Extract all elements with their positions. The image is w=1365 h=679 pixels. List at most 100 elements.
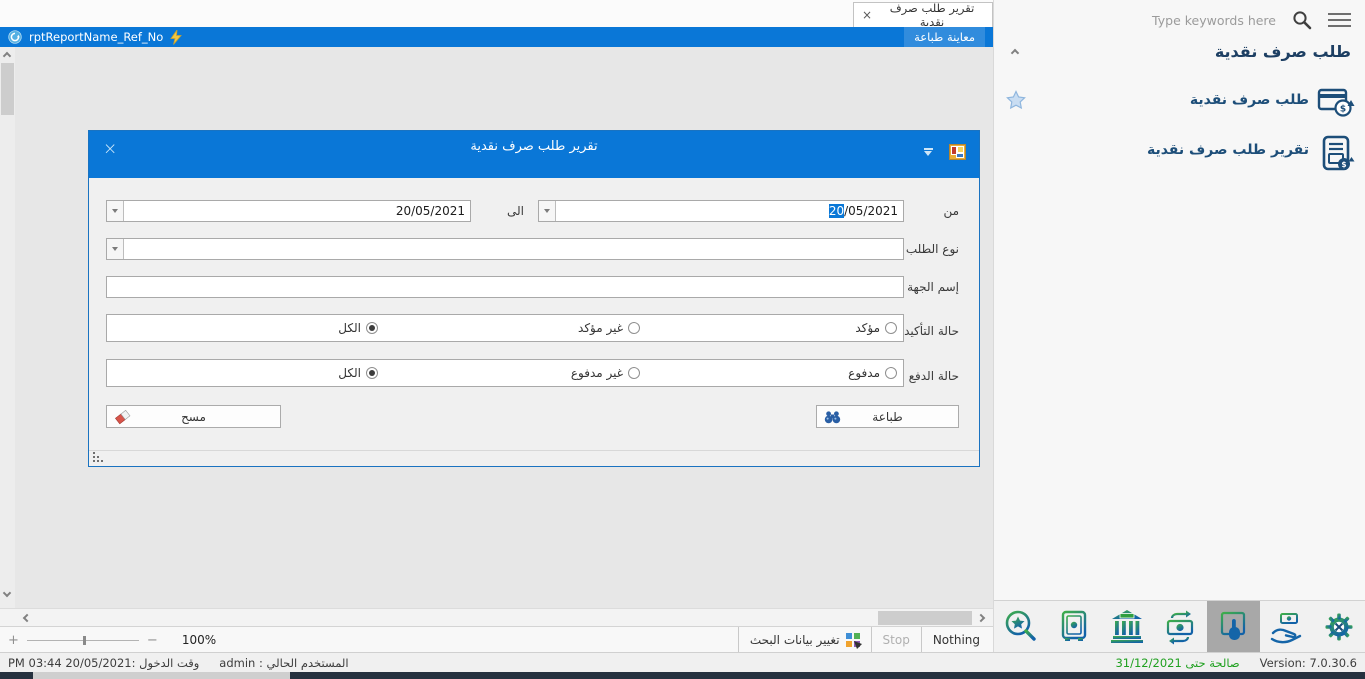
from-label: من bbox=[943, 200, 959, 222]
confirm-status-label: حالة التأكيد bbox=[904, 317, 959, 345]
cash-request-report-icon: $ bbox=[1319, 135, 1355, 173]
status-user-info: المستخدم الحالي : admin وقت الدخول :20/0… bbox=[8, 653, 349, 673]
sidebar-item-label: طلب صرف نقدية bbox=[1190, 92, 1309, 108]
eraser-icon bbox=[114, 409, 131, 425]
print-button[interactable]: طباعة bbox=[816, 405, 959, 428]
radio-label: غير مدفوع bbox=[571, 366, 623, 380]
toolbar-button-currency-exchange[interactable] bbox=[1153, 601, 1206, 652]
toolbar-button-search-favorites[interactable] bbox=[994, 601, 1047, 652]
confirm-status-group: مؤكد غير مؤكد الكل bbox=[106, 314, 904, 342]
horizontal-scrollbar-thumb[interactable] bbox=[878, 611, 972, 625]
clear-button[interactable]: مسح bbox=[106, 405, 281, 428]
radio-circle-icon bbox=[885, 367, 897, 379]
request-type-combo[interactable] bbox=[106, 238, 904, 260]
pin-icon[interactable] bbox=[924, 148, 933, 156]
radio-circle-icon bbox=[885, 322, 897, 334]
tab-strip: × تقرير طلب صرف نقدية bbox=[0, 0, 993, 27]
current-user-label: المستخدم الحالي : admin bbox=[219, 656, 348, 670]
window-title: rptReportName_Ref_No bbox=[29, 30, 163, 44]
toolbar-button-report-touch[interactable] bbox=[1207, 601, 1260, 652]
payment-status-group: مدفوع غير مدفوع الكل bbox=[106, 359, 904, 387]
taskbar-segment bbox=[33, 672, 290, 679]
from-date-dropdown-button[interactable] bbox=[539, 201, 556, 221]
radio-confirmed[interactable]: مؤكد bbox=[855, 321, 897, 335]
zoom-slider[interactable] bbox=[27, 640, 139, 641]
request-type-dropdown-button[interactable] bbox=[107, 239, 124, 259]
tab-close-icon[interactable]: × bbox=[862, 9, 872, 21]
svg-text:$: $ bbox=[1340, 105, 1346, 115]
scroll-right-icon[interactable] bbox=[977, 614, 985, 622]
horizontal-scrollbar[interactable] bbox=[0, 608, 993, 626]
vertical-scrollbar-thumb[interactable] bbox=[1, 63, 14, 115]
search-input[interactable] bbox=[1126, 13, 1276, 28]
sidebar-item-cash-request[interactable]: $ طلب صرف نقدية bbox=[994, 80, 1365, 126]
settings-tools-icon bbox=[1319, 607, 1359, 647]
hand-payment-icon bbox=[1266, 607, 1306, 647]
from-date-input[interactable]: 20/05/2021 bbox=[538, 200, 904, 222]
scroll-up-icon[interactable] bbox=[3, 52, 11, 60]
radio-label: مؤكد bbox=[855, 321, 880, 335]
scroll-left-icon[interactable] bbox=[23, 614, 31, 622]
from-date-value: 20/05/2021 bbox=[829, 201, 898, 221]
radio-confirm-all[interactable]: الكل bbox=[338, 321, 378, 335]
sidebar-item-cash-request-report[interactable]: $ تقرير طلب صرف نقدية bbox=[994, 130, 1365, 176]
clear-button-label: مسح bbox=[181, 410, 206, 424]
radio-label: الكل bbox=[338, 366, 361, 380]
radio-unconfirmed[interactable]: غير مؤكد bbox=[578, 321, 640, 335]
stop-label: Stop bbox=[883, 633, 910, 647]
scroll-down-icon[interactable] bbox=[3, 589, 11, 597]
status-bar: المستخدم الحالي : admin وقت الدخول :20/0… bbox=[0, 652, 1365, 672]
chevron-down-icon bbox=[112, 209, 118, 213]
dialog-separator bbox=[89, 450, 979, 451]
favorite-star-icon[interactable] bbox=[1006, 90, 1026, 109]
zoom-slider-thumb[interactable] bbox=[83, 636, 86, 645]
preview-actions: تغيير بيانات البحث Stop Nothing bbox=[738, 627, 991, 652]
tab-label: تقرير طلب صرف نقدية bbox=[880, 1, 984, 29]
toolbar-button-hand-payment[interactable] bbox=[1260, 601, 1313, 652]
sidebar: طلب صرف نقدية $ طلب صرف نقدية $ bbox=[993, 0, 1365, 652]
hamburger-menu-icon[interactable] bbox=[1328, 13, 1351, 27]
change-search-label: تغيير بيانات البحث bbox=[750, 633, 840, 647]
vertical-scrollbar[interactable] bbox=[0, 47, 15, 608]
toolbar-button-settings-tools[interactable] bbox=[1313, 601, 1365, 652]
sidebar-section-header[interactable]: طلب صرف نقدية bbox=[994, 42, 1351, 70]
search-favorites-icon bbox=[1001, 607, 1041, 647]
radio-circle-icon bbox=[366, 322, 378, 334]
resize-grip[interactable] bbox=[93, 460, 95, 462]
dialog-header[interactable]: × تقرير طلب صرف نقدية bbox=[89, 131, 979, 178]
radio-paid[interactable]: مدفوع bbox=[848, 366, 897, 380]
stop-button[interactable]: Stop bbox=[871, 627, 921, 652]
sidebar-item-label: تقرير طلب صرف نقدية bbox=[1147, 142, 1309, 158]
radio-label: غير مؤكد bbox=[578, 321, 623, 335]
search-icon[interactable] bbox=[1292, 10, 1312, 30]
app-window: × تقرير طلب صرف نقدية rptReportName_Ref_… bbox=[0, 0, 1365, 679]
form-icon bbox=[949, 144, 966, 160]
zoom-value: 100% bbox=[182, 633, 216, 647]
toolbar-button-bank[interactable] bbox=[1100, 601, 1153, 652]
change-search-icon bbox=[846, 633, 860, 647]
radio-label: مدفوع bbox=[848, 366, 880, 380]
chevron-down-icon bbox=[544, 209, 550, 213]
document-tab[interactable]: × تقرير طلب صرف نقدية bbox=[853, 2, 993, 27]
entity-name-input[interactable] bbox=[106, 276, 904, 298]
version-label: Version: 7.0.30.6 bbox=[1260, 656, 1357, 670]
print-preview-menu[interactable]: معاينة طباعة bbox=[904, 27, 985, 47]
radio-payment-all[interactable]: الكل bbox=[338, 366, 378, 380]
to-label: الى bbox=[507, 200, 524, 222]
zoom-out-icon[interactable]: − bbox=[147, 633, 158, 648]
taskbar-edge bbox=[0, 672, 1365, 679]
radio-circle-icon bbox=[366, 367, 378, 379]
binoculars-icon bbox=[824, 410, 841, 424]
report-touch-icon bbox=[1213, 607, 1253, 647]
entity-name-label: إسم الجهة bbox=[907, 276, 959, 298]
to-date-dropdown-button[interactable] bbox=[107, 201, 124, 221]
radio-circle-icon bbox=[628, 322, 640, 334]
nothing-button[interactable]: Nothing bbox=[921, 627, 991, 652]
zoom-in-icon[interactable]: + bbox=[8, 633, 19, 648]
report-filter-dialog: × تقرير طلب صرف نقدية من 20/05/2021 الى … bbox=[88, 130, 980, 467]
to-date-input[interactable]: 20/05/2021 bbox=[106, 200, 471, 222]
toolbar-button-safe[interactable] bbox=[1047, 601, 1100, 652]
window-title-bar: rptReportName_Ref_No معاينة طباعة bbox=[0, 27, 993, 47]
radio-unpaid[interactable]: غير مدفوع bbox=[571, 366, 640, 380]
change-search-button[interactable]: تغيير بيانات البحث bbox=[738, 627, 871, 652]
